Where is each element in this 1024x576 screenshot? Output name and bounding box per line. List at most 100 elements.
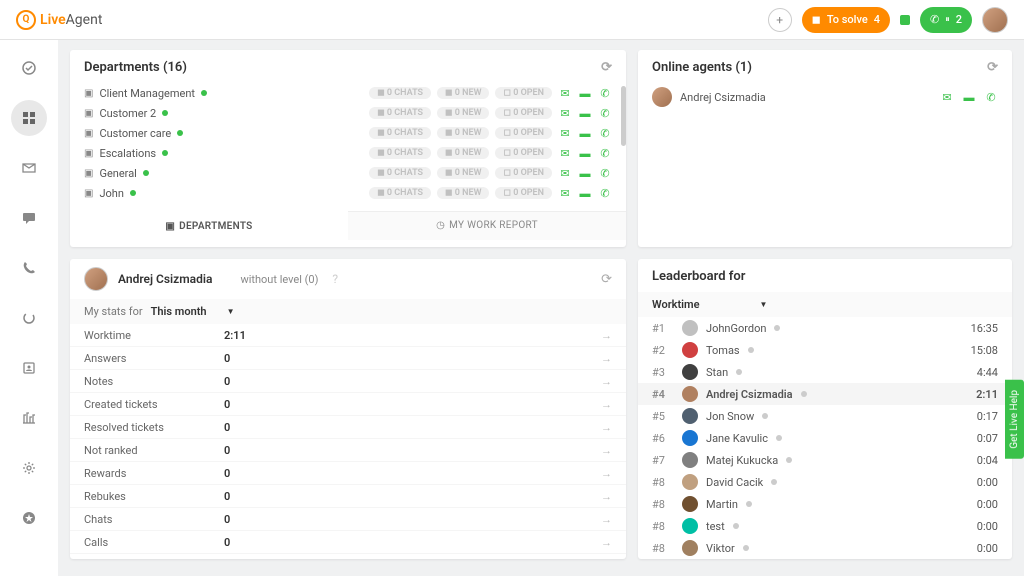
- leaderboard-row[interactable]: #6Jane Kavulic0:07: [638, 427, 1012, 449]
- leaderboard-metric-select[interactable]: Worktime: [638, 292, 1012, 317]
- chat-icon[interactable]: ▬: [578, 187, 592, 200]
- mail-icon[interactable]: ✉: [940, 91, 954, 104]
- leaderboard-row[interactable]: #7Matej Kukucka0:04: [638, 449, 1012, 471]
- open-badge[interactable]: ◻ 0 OPEN: [495, 167, 552, 179]
- chat-icon[interactable]: ▬: [578, 87, 592, 100]
- user-avatar[interactable]: [982, 7, 1008, 33]
- department-row[interactable]: ▣Customer care◼ 0 CHATS◼ 0 NEW◻ 0 OPEN✉▬…: [84, 123, 612, 143]
- department-row[interactable]: ▣Escalations◼ 0 CHATS◼ 0 NEW◻ 0 OPEN✉▬✆: [84, 143, 612, 163]
- mail-icon[interactable]: ✉: [558, 147, 572, 160]
- chats-badge[interactable]: ◼ 0 CHATS: [369, 187, 431, 199]
- stats-period-select[interactable]: This month: [151, 305, 235, 318]
- get-live-help-tab[interactable]: Get Live Help: [1005, 380, 1024, 459]
- phone-icon[interactable]: ✆: [598, 127, 612, 140]
- leaderboard-row[interactable]: #3Stan4:44: [638, 361, 1012, 383]
- calls-pill[interactable]: ✆ ⏸ 2: [920, 7, 972, 33]
- chat-icon[interactable]: ▬: [578, 147, 592, 160]
- mail-icon[interactable]: ✉: [558, 127, 572, 140]
- chat-icon[interactable]: ▬: [578, 127, 592, 140]
- tab-my-work-report[interactable]: ◷MY WORK REPORT: [348, 212, 626, 240]
- open-badge[interactable]: ◻ 0 OPEN: [495, 127, 552, 139]
- chat-icon[interactable]: ▬: [578, 107, 592, 120]
- worktime: 0:07: [977, 432, 998, 445]
- leaderboard-row[interactable]: #8Viktor0:00: [638, 537, 1012, 559]
- new-badge[interactable]: ◼ 0 NEW: [437, 167, 489, 179]
- to-solve-pill[interactable]: ◼ To solve 4: [802, 7, 890, 33]
- phone-icon[interactable]: ✆: [598, 107, 612, 120]
- open-badge[interactable]: ◻ 0 OPEN: [495, 87, 552, 99]
- nav-chat[interactable]: [11, 200, 47, 236]
- tab-departments[interactable]: ▣DEPARTMENTS: [70, 211, 348, 240]
- rank: #8: [652, 498, 674, 511]
- stat-row[interactable]: Resolved tickets0→: [70, 416, 626, 439]
- scrollbar[interactable]: [621, 86, 626, 146]
- add-button[interactable]: +: [768, 8, 792, 32]
- department-row[interactable]: ▣Customer 2◼ 0 CHATS◼ 0 NEW◻ 0 OPEN✉▬✆: [84, 103, 612, 123]
- topbar-actions: + ◼ To solve 4 ✆ ⏸ 2: [768, 7, 1008, 33]
- mail-icon[interactable]: ✉: [558, 87, 572, 100]
- stat-row[interactable]: Answers0→: [70, 347, 626, 370]
- leaderboard-row[interactable]: #4Andrej Csizmadia2:11: [638, 383, 1012, 405]
- nav-settings[interactable]: [11, 450, 47, 486]
- chats-badge[interactable]: ◼ 0 CHATS: [369, 147, 431, 159]
- chats-badge[interactable]: ◼ 0 CHATS: [369, 167, 431, 179]
- chats-badge[interactable]: ◼ 0 CHATS: [369, 107, 431, 119]
- nav-mail[interactable]: [11, 150, 47, 186]
- nav-dashboard[interactable]: [11, 50, 47, 86]
- refresh-icon[interactable]: ⟳: [987, 60, 998, 75]
- help-icon[interactable]: ?: [332, 272, 338, 286]
- mail-icon[interactable]: ✉: [558, 187, 572, 200]
- nav-phone[interactable]: [11, 250, 47, 286]
- arrow-right-icon: →: [601, 490, 612, 503]
- new-badge[interactable]: ◼ 0 NEW: [437, 147, 489, 159]
- department-row[interactable]: ▣John◼ 0 CHATS◼ 0 NEW◻ 0 OPEN✉▬✆: [84, 183, 612, 203]
- worktime: 0:00: [977, 520, 998, 533]
- phone-icon[interactable]: ✆: [598, 167, 612, 180]
- nav-star[interactable]: [11, 500, 47, 536]
- refresh-icon[interactable]: ⟳: [601, 60, 612, 75]
- new-badge[interactable]: ◼ 0 NEW: [437, 87, 489, 99]
- leaderboard-row[interactable]: #8Martin0:00: [638, 493, 1012, 515]
- stat-row[interactable]: Rebukes0→: [70, 485, 626, 508]
- leaderboard-row[interactable]: #8test0:00: [638, 515, 1012, 537]
- new-badge[interactable]: ◼ 0 NEW: [437, 107, 489, 119]
- new-badge[interactable]: ◼ 0 NEW: [437, 127, 489, 139]
- chats-badge[interactable]: ◼ 0 CHATS: [369, 87, 431, 99]
- department-row[interactable]: ▣General◼ 0 CHATS◼ 0 NEW◻ 0 OPEN✉▬✆: [84, 163, 612, 183]
- stat-row[interactable]: Created tickets0→: [70, 393, 626, 416]
- nav-grid[interactable]: [11, 100, 47, 136]
- phone-icon[interactable]: ✆: [984, 91, 998, 104]
- leaderboard-row[interactable]: #8David Cacik0:00: [638, 471, 1012, 493]
- status-dot-icon: [801, 391, 807, 397]
- chats-badge[interactable]: ◼ 0 CHATS: [369, 127, 431, 139]
- mail-icon[interactable]: ✉: [558, 107, 572, 120]
- nav-reports[interactable]: [11, 400, 47, 436]
- stat-row[interactable]: Not ranked0→: [70, 439, 626, 462]
- leaderboard-row[interactable]: #5Jon Snow0:17: [638, 405, 1012, 427]
- phone-icon[interactable]: ✆: [598, 87, 612, 100]
- logo[interactable]: Q LiveAgent: [16, 10, 102, 30]
- stat-row[interactable]: Chats0→: [70, 508, 626, 531]
- department-row[interactable]: ▣Client Management◼ 0 CHATS◼ 0 NEW◻ 0 OP…: [84, 83, 612, 103]
- stat-row[interactable]: Worktime2:11→: [70, 324, 626, 347]
- open-badge[interactable]: ◻ 0 OPEN: [495, 187, 552, 199]
- status-indicator-icon[interactable]: [900, 15, 910, 25]
- new-badge[interactable]: ◼ 0 NEW: [437, 187, 489, 199]
- nav-contacts[interactable]: [11, 350, 47, 386]
- chat-icon[interactable]: ▬: [578, 167, 592, 180]
- stat-row[interactable]: Missed calls0→: [70, 554, 626, 559]
- chat-icon[interactable]: ▬: [962, 91, 976, 104]
- leaderboard-row[interactable]: #1JohnGordon16:35: [638, 317, 1012, 339]
- leaderboard-row[interactable]: #2Tomas15:08: [638, 339, 1012, 361]
- open-badge[interactable]: ◻ 0 OPEN: [495, 107, 552, 119]
- nav-loading[interactable]: [11, 300, 47, 336]
- refresh-icon[interactable]: ⟳: [601, 272, 612, 287]
- stat-row[interactable]: Rewards0→: [70, 462, 626, 485]
- mail-icon[interactable]: ✉: [558, 167, 572, 180]
- online-agent-row[interactable]: Andrej Csizmadia✉▬✆: [638, 83, 1012, 111]
- stat-row[interactable]: Notes0→: [70, 370, 626, 393]
- open-badge[interactable]: ◻ 0 OPEN: [495, 147, 552, 159]
- stat-row[interactable]: Calls0→: [70, 531, 626, 554]
- phone-icon[interactable]: ✆: [598, 147, 612, 160]
- phone-icon[interactable]: ✆: [598, 187, 612, 200]
